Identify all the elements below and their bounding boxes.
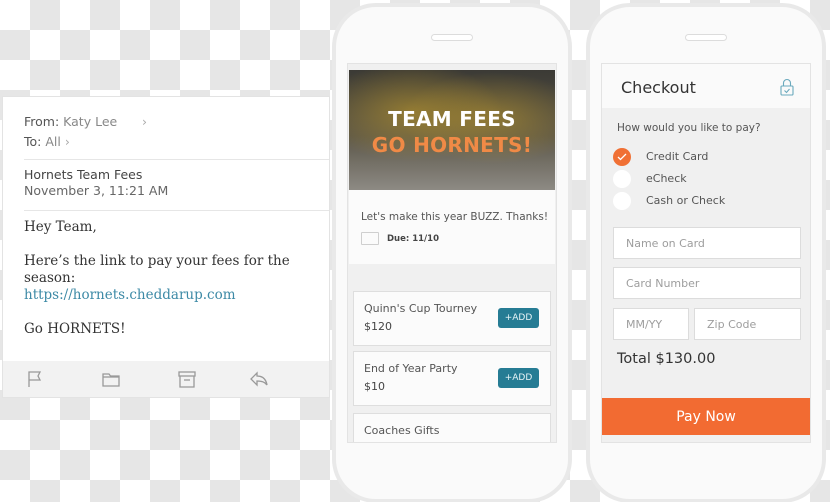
email-toolbar [3,361,329,397]
from-name: Katy Lee [63,114,118,129]
email-view: From: Katy Lee › To: All › Hornets Team … [2,96,330,398]
radio-unchecked [613,170,631,188]
collection-screen: TEAM FEES GO HORNETS! Let's make this ye… [347,63,557,443]
list-item: End of Year Party $10 +ADD [353,351,551,406]
divider [24,210,329,211]
check-icon [617,153,627,161]
banner-subtitle: GO HORNETS! [371,133,533,157]
collection-message: Let's make this year BUZZ. Thanks! [361,211,549,223]
divider [24,159,329,160]
email-date: November 3, 11:21 AM [24,183,169,198]
reply-icon[interactable] [249,369,269,389]
list-item: Quinn's Cup Tourney $120 +ADD [353,291,551,346]
option-label: Cash or Check [646,194,726,207]
phone-checkout: Checkout How would you like to pay? Cred… [586,3,826,502]
folder-icon[interactable] [101,369,121,389]
order-total: Total $130.00 [617,351,716,367]
phone-speaker [685,34,727,41]
option-label: eCheck [646,172,687,185]
email-closing: Go HORNETS! [24,321,126,337]
flag-icon[interactable] [25,369,45,389]
email-to[interactable]: To: All › [24,134,329,149]
item-name: Quinn's Cup Tourney [364,302,478,315]
name-on-card-input[interactable] [613,227,801,259]
item-price: $120 [364,320,392,333]
item-name: Coaches Gifts [364,424,440,437]
add-button[interactable]: +ADD [498,368,539,388]
collection-intro: Let's make this year BUZZ. Thanks! Due: … [349,190,555,264]
chevron-right-icon: › [64,134,70,149]
card-number-input[interactable] [613,267,801,299]
checkout-screen: Checkout How would you like to pay? Cred… [601,63,811,443]
radio-unchecked [613,192,631,210]
archive-icon[interactable] [177,369,197,389]
pay-now-button[interactable]: Pay Now [602,398,810,435]
email-body: Hey Team, Here’s the link to pay your fe… [24,219,319,355]
checkout-title: Checkout [621,78,696,97]
email-subject: Hornets Team Fees [24,167,143,182]
payment-link[interactable]: https://hornets.cheddarup.com [24,287,319,304]
email-from[interactable]: From: Katy Lee › [24,114,329,129]
email-line: Here’s the link to pay your fees for the… [24,253,290,286]
item-name: End of Year Party [364,362,458,375]
banner-title: TEAM FEES [388,107,516,131]
radio-checked [613,148,631,166]
expiry-input[interactable] [613,308,689,340]
from-label: From: [24,114,60,129]
phone-collection: TEAM FEES GO HORNETS! Let's make this ye… [332,3,572,502]
checkout-header: Checkout [602,64,810,108]
list-item: Coaches Gifts [353,413,551,442]
secure-lock-icon [780,78,794,96]
due-date: Due: 11/10 [387,234,439,244]
item-price: $10 [364,380,385,393]
payment-question: How would you like to pay? [617,122,761,134]
email-greeting: Hey Team, [24,219,97,235]
to-label: To: [24,134,42,149]
to-name: All [45,134,61,149]
calendar-icon [361,232,379,245]
option-label: Credit Card [646,150,709,163]
phone-speaker [431,34,473,41]
team-photo-banner: TEAM FEES GO HORNETS! [349,70,555,190]
chevron-right-icon: › [142,114,147,129]
add-button[interactable]: +ADD [498,308,539,328]
zip-code-input[interactable] [694,308,801,340]
